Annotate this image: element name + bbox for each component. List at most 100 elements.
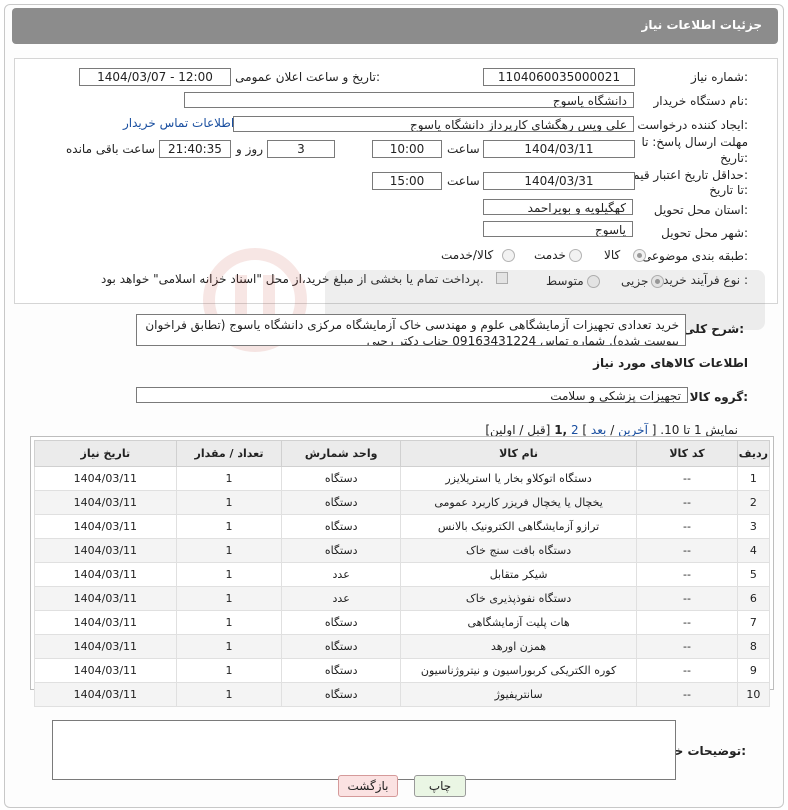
cell-need-date: 1404/03/11 — [34, 658, 177, 683]
goods-table-container: ردیف کد کالا نام کالا واحد شمارش تعداد /… — [30, 436, 774, 707]
cell-quantity: 1 — [175, 658, 283, 683]
table-row[interactable]: 10 -- سانتریفیوژ دستگاه 1 1404/03/11 — [34, 682, 771, 707]
cell-need-date: 1404/03/11 — [34, 466, 177, 491]
price-validity-label-date: تا تاریخ: — [709, 183, 748, 197]
need-number-field[interactable]: 1104060035000021 — [483, 68, 635, 86]
table-row[interactable]: 6 -- دستگاه نفوذپذیری خاک عدد 1 1404/03/11 — [34, 586, 771, 611]
cell-need-date: 1404/03/11 — [34, 682, 177, 707]
creator-field[interactable]: علی ویس رهگشای کارپرداز دانشگاه یاسوج — [233, 116, 634, 132]
process-option-medium: متوسط — [546, 274, 584, 288]
cell-goods-name: ترازو آزمایشگاهی الکترونیک بالانس — [399, 514, 638, 539]
pagination: نمایش 1 تا 10. [ آخرین / بعد ] 2 ,1 [قبل… — [485, 423, 738, 437]
cell-goods-code: -- — [636, 634, 738, 659]
delivery-province-field[interactable]: کهگیلویه و بویراحمد — [483, 199, 633, 215]
category-radio-goods[interactable] — [633, 249, 646, 262]
cell-row-number: 4 — [736, 538, 771, 563]
cell-need-date: 1404/03/11 — [34, 514, 177, 539]
cell-goods-name: سانتریفیوژ — [399, 682, 638, 707]
process-option-minor: جزیی — [621, 274, 649, 288]
table-row[interactable]: 2 -- یخچال یا یخچال فریزر کاربرد عمومی دستگ… — [34, 490, 771, 515]
cell-row-number: 6 — [736, 586, 771, 611]
price-validity-time-field[interactable]: 15:00 — [372, 172, 442, 190]
table-row[interactable]: 7 -- هات پلیت آزمایشگاهی دستگاه 1 1404/03/11 — [34, 610, 771, 635]
cell-unit: دستگاه — [281, 634, 401, 659]
table-row[interactable]: 8 -- همزن اورهد دستگاه 1 1404/03/11 — [34, 634, 771, 659]
col-goods-code[interactable]: کد کالا — [636, 440, 738, 467]
cell-unit: دستگاه — [281, 610, 401, 635]
table-row[interactable]: 1 -- دستگاه اتوکلاو بخار یا استریلایزر دستگ… — [34, 466, 771, 491]
cell-goods-code: -- — [636, 682, 738, 707]
price-time-label: ساعت — [447, 174, 480, 188]
cell-quantity: 1 — [175, 514, 283, 539]
goods-table: ردیف کد کالا نام کالا واحد شمارش تعداد /… — [34, 440, 771, 707]
deadline-time-label: ساعت — [447, 142, 480, 156]
col-unit[interactable]: واحد شمارش — [281, 440, 401, 467]
delivery-city-field[interactable]: یاسوج — [483, 221, 633, 237]
table-row[interactable]: 4 -- دستگاه بافت سنج خاک دستگاه 1 1404/03/11 — [34, 538, 771, 563]
col-goods-name[interactable]: نام کالا — [399, 440, 638, 467]
goods-info-title: اطلاعات کالاهای مورد نیاز — [593, 356, 748, 370]
general-description-textarea[interactable]: خرید تعدادی تجهیزات آزمایشگاهی علوم و مه… — [136, 314, 686, 346]
buyer-contact-link[interactable]: اطلاعات تماس خریدار — [123, 116, 234, 130]
remaining-label: ساعت باقی مانده — [66, 142, 156, 156]
col-need-date[interactable]: تاریخ نیاز — [34, 440, 177, 467]
remaining-time-field[interactable]: 21:40:35 — [159, 140, 231, 158]
cell-quantity: 1 — [175, 634, 283, 659]
cell-goods-name: یخچال یا یخچال فریزر کاربرد عمومی — [399, 490, 638, 515]
days-label: روز و — [236, 142, 263, 156]
cell-unit: دستگاه — [281, 538, 401, 563]
cell-need-date: 1404/03/11 — [34, 562, 177, 587]
buyer-notes-textarea[interactable] — [52, 720, 676, 780]
process-radio-minor[interactable] — [651, 275, 664, 288]
deadline-date-field[interactable]: 1404/03/11 — [483, 140, 635, 158]
col-quantity[interactable]: تعداد / مقدار — [175, 440, 283, 467]
page-header: جزئیات اطلاعات نیاز — [12, 8, 778, 44]
pagination-next-link[interactable]: بعد — [591, 423, 606, 437]
col-row-number[interactable]: ردیف — [736, 440, 771, 467]
treasury-payment-checkbox[interactable] — [496, 272, 508, 284]
cell-goods-name: هات پلیت آزمایشگاهی — [399, 610, 638, 635]
remaining-days-field[interactable]: 3 — [267, 140, 335, 158]
cell-need-date: 1404/03/11 — [34, 586, 177, 611]
buyer-org-field[interactable]: دانشگاه یاسوج — [184, 92, 634, 108]
cell-row-number: 10 — [736, 682, 771, 707]
price-validity-date-field[interactable]: 1404/03/31 — [483, 172, 635, 190]
page-title: جزئیات اطلاعات نیاز — [641, 18, 762, 32]
cell-goods-code: -- — [636, 562, 738, 587]
cell-goods-name: کوره الکتریکی کربوراسیون و نیتروژناسیون — [399, 658, 638, 683]
goods-group-field[interactable]: تجهیزات پزشکی و سلامت — [136, 387, 688, 403]
cell-row-number: 1 — [736, 466, 771, 491]
back-button[interactable]: بازگشت — [338, 775, 398, 797]
pagination-current-page: ,1 — [554, 423, 568, 437]
category-radio-service[interactable] — [569, 249, 582, 262]
cell-unit: دستگاه — [281, 658, 401, 683]
pagination-last-link[interactable]: آخرین — [618, 423, 648, 437]
delivery-city-label: شهر محل تحویل: — [661, 226, 748, 240]
table-row[interactable]: 3 -- ترازو آزمایشگاهی الکترونیک بالانس دستگ… — [34, 514, 771, 539]
pagination-page-2[interactable]: 2 — [571, 423, 579, 437]
cell-unit: عدد — [281, 586, 401, 611]
cell-row-number: 8 — [736, 634, 771, 659]
table-row[interactable]: 9 -- کوره الکتریکی کربوراسیون و نیتروژناسی… — [34, 658, 771, 683]
cell-need-date: 1404/03/11 — [34, 490, 177, 515]
print-button[interactable]: چاپ — [414, 775, 466, 797]
process-type-label: نوع فرآیند خرید : — [663, 273, 748, 287]
cell-quantity: 1 — [175, 586, 283, 611]
cell-unit: دستگاه — [281, 490, 401, 515]
price-validity-label: حداقل تاریخ اعتبار قیمت: — [621, 168, 748, 182]
goods-group-label: گروه کالا: — [689, 390, 748, 404]
cell-goods-code: -- — [636, 466, 738, 491]
table-header-row: ردیف کد کالا نام کالا واحد شمارش تعداد /… — [34, 440, 771, 467]
cell-row-number: 7 — [736, 610, 771, 635]
deadline-time-field[interactable]: 10:00 — [372, 140, 442, 158]
pagination-suffix: [قبل / اولین] — [485, 423, 551, 437]
cell-need-date: 1404/03/11 — [34, 538, 177, 563]
process-radio-medium[interactable] — [587, 275, 600, 288]
cell-goods-name: دستگاه اتوکلاو بخار یا استریلایزر — [399, 466, 638, 491]
category-radio-goods-service[interactable] — [502, 249, 515, 262]
cell-goods-name: دستگاه نفوذپذیری خاک — [399, 586, 638, 611]
announce-datetime-field[interactable]: 1404/03/07 - 12:00 — [79, 68, 231, 86]
cell-goods-name: شیکر متقابل — [399, 562, 638, 587]
category-label: طبقه بندی موضوعی: — [641, 249, 748, 263]
table-row[interactable]: 5 -- شیکر متقابل عدد 1 1404/03/11 — [34, 562, 771, 587]
